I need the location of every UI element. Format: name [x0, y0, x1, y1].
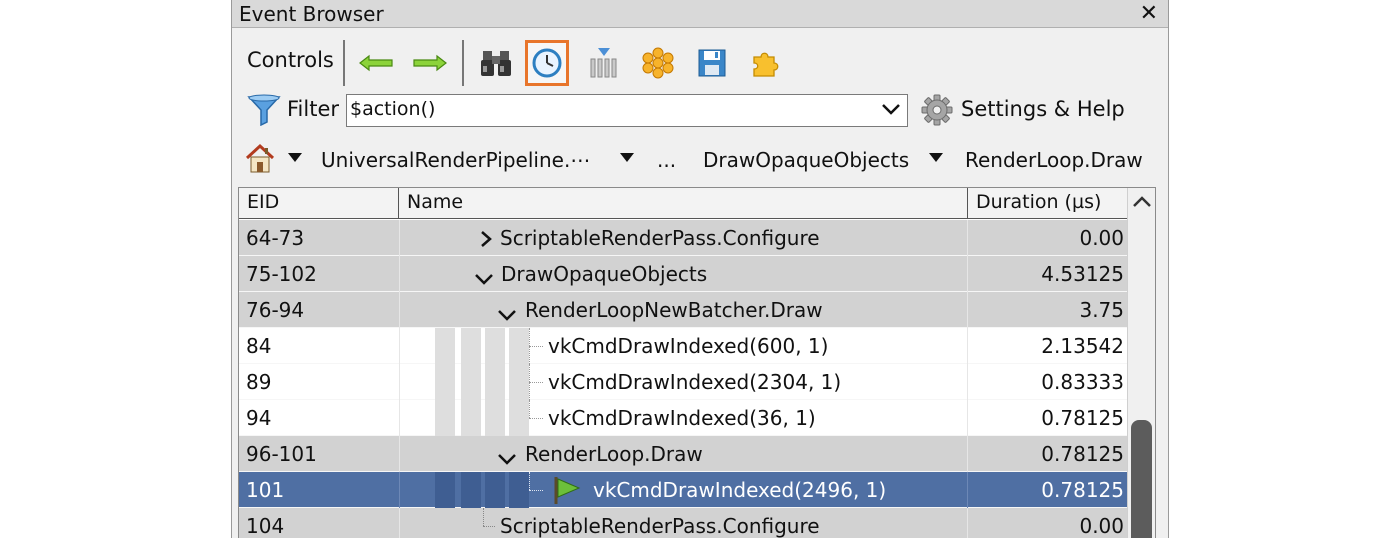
breadcrumb-item-drawopaque[interactable]: DrawOpaqueObjects	[703, 148, 909, 172]
name-cell: DrawOpaqueObjects	[501, 262, 708, 286]
breadcrumb-item-renderloop[interactable]: RenderLoop.Draw	[965, 148, 1143, 172]
duration-cell: 4.53125	[1041, 262, 1124, 286]
gear-icon[interactable]	[921, 94, 953, 130]
chevron-down-icon[interactable]	[880, 98, 902, 124]
home-icon[interactable]	[244, 143, 276, 180]
duration-cell: 0.78125	[1041, 406, 1124, 430]
vertical-scrollbar[interactable]	[1127, 188, 1155, 538]
chevron-down-icon[interactable]	[474, 267, 494, 291]
event-tree[interactable]: EID Name Duration (µs) 64-73 ScriptableR…	[238, 187, 1156, 538]
duration-cell: 0.00	[1079, 514, 1124, 538]
controls-label: Controls	[247, 48, 334, 72]
name-cell: RenderLoopNewBatcher.Draw	[525, 298, 823, 322]
table-row[interactable]: 76-94 RenderLoopNewBatcher.Draw 3.75	[239, 292, 1128, 328]
eid-cell: 101	[246, 478, 285, 502]
table-body: 64-73 ScriptableRenderPass.Configure 0.0…	[239, 220, 1128, 538]
arrow-right-icon[interactable]	[408, 40, 452, 86]
arrow-left-icon[interactable]	[354, 40, 398, 86]
scrollbar-thumb[interactable]	[1131, 420, 1152, 538]
eid-cell: 94	[246, 406, 272, 430]
table-row[interactable]: 75-102 DrawOpaqueObjects 4.53125	[239, 256, 1128, 292]
title-bar: Event Browser ✕	[232, 0, 1168, 28]
table-row[interactable]: 64-73 ScriptableRenderPass.Configure 0.0…	[239, 220, 1128, 256]
name-cell: RenderLoop.Draw	[525, 442, 703, 466]
column-header-name[interactable]: Name	[399, 188, 968, 219]
clock-icon[interactable]	[525, 40, 569, 86]
flag-icon	[552, 475, 582, 510]
duration-cell: 0.83333	[1041, 370, 1124, 394]
table-header: EID Name Duration (µs)	[239, 188, 1128, 219]
eid-cell: 89	[246, 370, 272, 394]
chevron-down-icon[interactable]	[620, 153, 634, 162]
close-icon[interactable]: ✕	[1140, 1, 1158, 26]
window-title: Event Browser	[239, 2, 384, 26]
filter-bar: Filter $action() Settings & Help	[232, 92, 1168, 130]
duration-cell: 0.78125	[1041, 478, 1124, 502]
breadcrumb: UniversalRenderPipeline.⋯ ... DrawOpaque…	[232, 143, 1168, 181]
name-cell: ScriptableRenderPass.Configure	[500, 514, 820, 538]
chevron-right-icon[interactable]	[479, 229, 493, 253]
breadcrumb-item-ellipsis[interactable]: ...	[657, 148, 676, 172]
name-cell: vkCmdDrawIndexed(2304, 1)	[548, 370, 842, 394]
table-row[interactable]: 94 vkCmdDrawIndexed(36, 1) 0.78125	[239, 400, 1128, 436]
name-cell: vkCmdDrawIndexed(2496, 1)	[593, 478, 887, 502]
table-row[interactable]: 104 ScriptableRenderPass.Configure 0.00	[239, 508, 1128, 538]
chevron-down-icon[interactable]	[497, 447, 517, 471]
filter-input[interactable]: $action()	[346, 94, 908, 127]
filter-funnel-icon	[247, 94, 281, 130]
column-header-eid[interactable]: EID	[239, 188, 399, 219]
event-browser-panel: Event Browser ✕ Controls Filter $action(…	[231, 0, 1169, 538]
table-row[interactable]: 89 vkCmdDrawIndexed(2304, 1) 0.83333	[239, 364, 1128, 400]
chevron-down-icon[interactable]	[929, 153, 943, 162]
column-header-duration[interactable]: Duration (µs)	[968, 188, 1128, 219]
filter-label: Filter	[287, 97, 340, 121]
chevron-up-icon[interactable]	[1132, 194, 1152, 213]
binoculars-icon[interactable]	[474, 40, 518, 86]
controls-toolbar: Controls	[232, 34, 1168, 90]
asterisk-icon[interactable]	[636, 40, 680, 86]
puzzle-icon[interactable]	[743, 40, 787, 86]
save-icon[interactable]	[690, 40, 734, 86]
table-row-selected[interactable]: 101 vkCmdDrawIndexed(2496, 1) 0.78125	[239, 472, 1128, 508]
eid-cell: 96-101	[246, 442, 317, 466]
eid-cell: 64-73	[246, 226, 305, 250]
toolbar-separator	[343, 40, 345, 86]
columns-icon[interactable]	[582, 40, 626, 86]
duration-cell: 2.13542	[1041, 334, 1124, 358]
chevron-down-icon[interactable]	[497, 303, 517, 327]
breadcrumb-item-pipeline[interactable]: UniversalRenderPipeline.⋯	[321, 148, 590, 172]
duration-cell: 0.78125	[1041, 442, 1124, 466]
duration-cell: 0.00	[1079, 226, 1124, 250]
eid-cell: 76-94	[246, 298, 305, 322]
toolbar-separator	[462, 40, 464, 86]
settings-help-button[interactable]: Settings & Help	[961, 97, 1125, 121]
chevron-down-icon[interactable]	[288, 153, 302, 162]
eid-cell: 75-102	[246, 262, 317, 286]
duration-cell: 3.75	[1079, 298, 1124, 322]
table-row[interactable]: 84 vkCmdDrawIndexed(600, 1) 2.13542	[239, 328, 1128, 364]
name-cell: ScriptableRenderPass.Configure	[500, 226, 820, 250]
name-cell: vkCmdDrawIndexed(36, 1)	[548, 406, 816, 430]
eid-cell: 104	[246, 514, 285, 538]
eid-cell: 84	[246, 334, 272, 358]
name-cell: vkCmdDrawIndexed(600, 1)	[548, 334, 829, 358]
table-row[interactable]: 96-101 RenderLoop.Draw 0.78125	[239, 436, 1128, 472]
